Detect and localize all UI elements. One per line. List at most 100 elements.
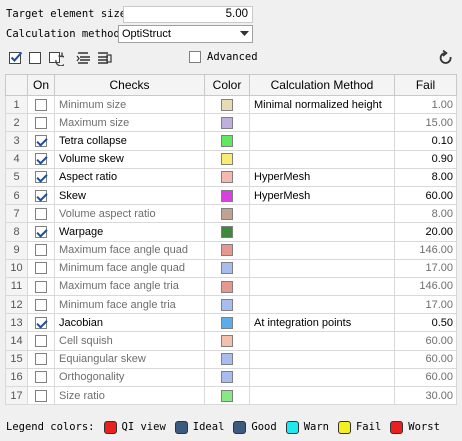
row-calc-method[interactable]: [249, 367, 395, 388]
target-size-field[interactable]: 5.00: [123, 6, 253, 23]
check-all-icon[interactable]: [8, 50, 24, 66]
color-swatch[interactable]: [221, 189, 233, 202]
row-on-checkbox[interactable]: [35, 207, 47, 220]
color-swatch[interactable]: [221, 244, 233, 257]
row-calc-method[interactable]: [249, 149, 395, 169]
header-calc-method[interactable]: Calculation Method: [249, 74, 395, 96]
row-fail-value[interactable]: 1.00: [394, 94, 457, 115]
row-calc-method[interactable]: [249, 131, 395, 151]
color-swatch[interactable]: [221, 298, 233, 311]
table-row[interactable]: 12 Minimum face angle tria 17.00: [5, 295, 457, 315]
row-color-cell[interactable]: [204, 204, 250, 224]
row-color-cell[interactable]: [204, 222, 250, 242]
row-on-cell[interactable]: [27, 222, 55, 242]
row-color-cell[interactable]: [204, 94, 250, 115]
color-swatch[interactable]: [221, 262, 233, 275]
color-swatch[interactable]: [221, 316, 233, 329]
row-fail-value[interactable]: 60.00: [394, 367, 457, 388]
row-on-checkbox[interactable]: [35, 389, 47, 402]
row-on-cell[interactable]: [27, 367, 55, 388]
table-row[interactable]: 13 Jacobian At integration points 0.50: [5, 313, 457, 333]
row-fail-value[interactable]: 15.00: [394, 113, 457, 133]
row-on-cell[interactable]: [27, 185, 55, 206]
row-color-cell[interactable]: [204, 367, 250, 388]
header-color[interactable]: Color: [204, 74, 250, 96]
row-on-checkbox[interactable]: [35, 135, 47, 148]
row-on-checkbox[interactable]: [35, 298, 47, 311]
row-color-cell[interactable]: [204, 113, 250, 133]
table-row[interactable]: 8 Warpage 20.00: [5, 222, 457, 242]
color-swatch[interactable]: [221, 207, 233, 220]
header-fail[interactable]: Fail: [394, 74, 457, 96]
table-row[interactable]: 3 Tetra collapse 0.10: [5, 131, 457, 151]
row-calc-method[interactable]: [249, 295, 395, 315]
row-fail-value[interactable]: 146.00: [394, 240, 457, 260]
row-on-checkbox[interactable]: [35, 225, 47, 238]
row-calc-method[interactable]: [249, 222, 395, 242]
row-color-cell[interactable]: [204, 349, 250, 369]
table-row[interactable]: 6 Skew HyperMesh 60.00: [5, 185, 457, 206]
row-on-cell[interactable]: [27, 349, 55, 369]
row-on-checkbox[interactable]: [35, 316, 47, 329]
row-on-cell[interactable]: [27, 167, 55, 187]
color-swatch[interactable]: [221, 171, 233, 184]
color-swatch[interactable]: [221, 280, 233, 293]
row-on-checkbox[interactable]: [35, 116, 47, 129]
row-fail-value[interactable]: 146.00: [394, 276, 457, 297]
row-color-cell[interactable]: [204, 167, 250, 187]
table-row[interactable]: 15 Equiangular skew 60.00: [5, 349, 457, 369]
color-swatch[interactable]: [221, 371, 233, 384]
row-fail-value[interactable]: 30.00: [394, 385, 457, 406]
row-calc-method[interactable]: [249, 331, 395, 351]
color-swatch[interactable]: [221, 389, 233, 402]
row-fail-value[interactable]: 17.00: [394, 258, 457, 278]
row-color-cell[interactable]: [204, 313, 250, 333]
advanced-toggle[interactable]: Advanced: [189, 51, 258, 63]
advanced-checkbox[interactable]: [189, 51, 201, 63]
row-on-checkbox[interactable]: [35, 98, 47, 111]
row-on-cell[interactable]: [27, 113, 55, 133]
header-checks[interactable]: Checks: [54, 74, 205, 96]
row-on-checkbox[interactable]: [35, 280, 47, 293]
row-calc-method[interactable]: [249, 349, 395, 369]
list-import-icon[interactable]: [76, 50, 92, 66]
table-row[interactable]: 10 Minimum face angle quad 17.00: [5, 258, 457, 278]
row-on-cell[interactable]: [27, 313, 55, 333]
color-swatch[interactable]: [221, 335, 233, 348]
row-on-cell[interactable]: [27, 240, 55, 260]
row-on-checkbox[interactable]: [35, 171, 47, 184]
row-on-cell[interactable]: [27, 295, 55, 315]
row-fail-value[interactable]: 20.00: [394, 222, 457, 242]
row-fail-value[interactable]: 60.00: [394, 185, 457, 206]
row-on-checkbox[interactable]: [35, 371, 47, 384]
row-on-cell[interactable]: [27, 131, 55, 151]
row-on-cell[interactable]: [27, 258, 55, 278]
row-calc-method[interactable]: [249, 385, 395, 406]
row-on-cell[interactable]: [27, 204, 55, 224]
table-row[interactable]: 7 Volume aspect ratio 8.00: [5, 204, 457, 224]
row-color-cell[interactable]: [204, 240, 250, 260]
color-swatch[interactable]: [221, 225, 233, 238]
reset-checks-icon[interactable]: [48, 50, 67, 67]
row-fail-value[interactable]: 0.10: [394, 131, 457, 151]
row-calc-method[interactable]: HyperMesh: [249, 167, 395, 187]
row-calc-method[interactable]: [249, 258, 395, 278]
table-row[interactable]: 11 Maximum face angle tria 146.00: [5, 276, 457, 297]
row-on-checkbox[interactable]: [35, 153, 47, 166]
row-color-cell[interactable]: [204, 276, 250, 297]
row-on-cell[interactable]: [27, 94, 55, 115]
row-on-cell[interactable]: [27, 149, 55, 169]
row-on-checkbox[interactable]: [35, 335, 47, 348]
row-fail-value[interactable]: 0.90: [394, 149, 457, 169]
row-fail-value[interactable]: 60.00: [394, 331, 457, 351]
row-on-checkbox[interactable]: [35, 262, 47, 275]
row-fail-value[interactable]: 8.00: [394, 167, 457, 187]
row-calc-method[interactable]: HyperMesh: [249, 185, 395, 206]
row-fail-value[interactable]: 0.50: [394, 313, 457, 333]
table-row[interactable]: 9 Maximum face angle quad 146.00: [5, 240, 457, 260]
row-color-cell[interactable]: [204, 258, 250, 278]
row-color-cell[interactable]: [204, 131, 250, 151]
row-color-cell[interactable]: [204, 295, 250, 315]
row-fail-value[interactable]: 8.00: [394, 204, 457, 224]
row-on-checkbox[interactable]: [35, 244, 47, 257]
